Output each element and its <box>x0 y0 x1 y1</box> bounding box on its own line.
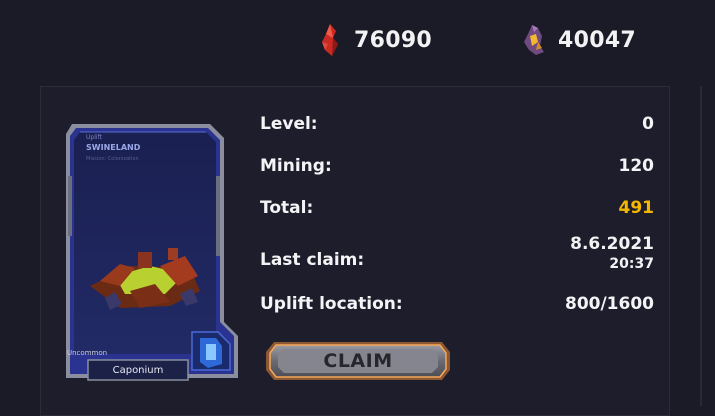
last-claim-label: Last claim: <box>260 250 365 270</box>
level-label: Level: <box>260 114 318 134</box>
card-name: SWINELAND <box>86 143 141 152</box>
next-panel-edge <box>700 86 702 406</box>
stat-mining: Mining: 120 <box>260 156 654 176</box>
resource-red-value: 76090 <box>354 27 433 53</box>
stat-total: Total: 491 <box>260 198 654 218</box>
card-rarity: Uncommon <box>67 349 108 357</box>
card-type-text: Uplift <box>86 134 102 141</box>
last-claim-time: 20:37 <box>609 256 654 272</box>
last-claim-date: 8.6.2021 <box>570 234 654 254</box>
mining-value: 120 <box>618 156 655 176</box>
total-label: Total: <box>260 198 314 218</box>
stat-level: Level: 0 <box>260 114 654 134</box>
claim-button[interactable]: CLAIM <box>262 338 454 384</box>
uplift-label: Uplift location: <box>260 294 403 314</box>
land-card[interactable]: Uplift SWINELAND Mission: Colonization U… <box>60 116 242 386</box>
resource-purple-crystal: 40047 <box>520 18 636 62</box>
resource-red-crystal: 76090 <box>316 18 432 62</box>
total-value: 491 <box>618 198 655 218</box>
purple-gold-crystal-icon <box>524 25 544 55</box>
card-label: Caponium <box>112 364 164 376</box>
stat-uplift-location: Uplift location: 800/1600 <box>260 294 654 314</box>
resource-bar: 76090 40047 <box>0 18 715 62</box>
level-value: 0 <box>642 114 654 134</box>
stat-last-claim: Last claim: 8.6.2021 20:37 <box>260 234 654 274</box>
card-subtitle: Mission: Colonization <box>86 156 139 162</box>
red-crystal-icon <box>322 24 338 56</box>
mining-label: Mining: <box>260 156 332 176</box>
resource-purple-value: 40047 <box>558 27 637 53</box>
shield-emblem-icon <box>191 331 231 371</box>
claim-button-label: CLAIM <box>323 350 393 372</box>
uplift-value: 800/1600 <box>564 294 654 314</box>
last-claim-value: 8.6.2021 20:37 <box>570 234 654 274</box>
